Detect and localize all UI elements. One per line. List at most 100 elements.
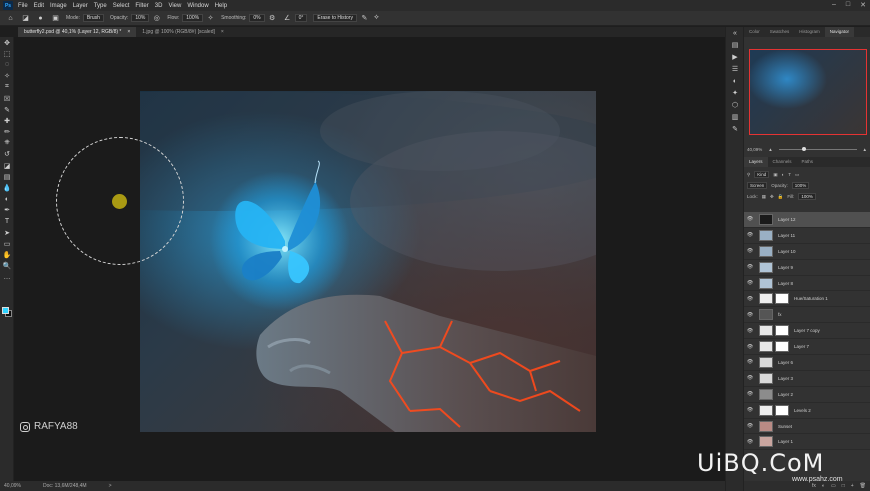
visibility-eye-icon[interactable]: 👁 bbox=[744, 216, 756, 222]
layer-thumbnail[interactable] bbox=[759, 245, 773, 257]
visibility-eye-icon[interactable]: 👁 bbox=[744, 423, 756, 429]
move-tool-icon[interactable]: ✥ bbox=[0, 37, 14, 48]
visibility-eye-icon[interactable]: 👁 bbox=[744, 375, 756, 381]
angle-field[interactable]: 0° bbox=[294, 14, 308, 22]
delete-icon[interactable]: 🗑 bbox=[860, 483, 866, 489]
tab-close-icon[interactable]: × bbox=[221, 27, 224, 37]
layer-name[interactable]: Levels 2 bbox=[794, 408, 811, 413]
rectangle-tool-icon[interactable]: ▭ bbox=[0, 238, 14, 249]
layer-name[interactable]: Layer 3 bbox=[778, 376, 793, 381]
eraser-tool-icon[interactable]: ◪ bbox=[0, 160, 14, 171]
add-style-icon[interactable]: fx bbox=[812, 483, 816, 489]
mode-select[interactable]: Brush bbox=[82, 14, 104, 22]
tab-color[interactable]: Color bbox=[744, 27, 765, 37]
brushes-icon[interactable]: ✎ bbox=[726, 123, 744, 135]
marquee-tool-icon[interactable]: ⬚ bbox=[0, 48, 14, 59]
home-icon[interactable]: ⌂ bbox=[6, 14, 15, 23]
menu-3d[interactable]: 3D bbox=[152, 3, 166, 9]
layer-row[interactable]: 👁 Layer 7 bbox=[744, 339, 870, 356]
history-icon[interactable]: ▤ bbox=[726, 39, 744, 51]
navigator-zoom-value[interactable]: 40,09% bbox=[747, 147, 762, 152]
visibility-eye-icon[interactable]: 👁 bbox=[744, 439, 756, 445]
gradient-tool-icon[interactable]: ▤ bbox=[0, 171, 14, 182]
menu-select[interactable]: Select bbox=[110, 3, 133, 9]
lock-pixels-icon[interactable]: ▦ bbox=[762, 194, 766, 200]
history-brush-tool-icon[interactable]: ↺ bbox=[0, 149, 14, 160]
layer-row[interactable]: 👁 Layer 8 bbox=[744, 276, 870, 292]
3d-icon[interactable]: ⬡ bbox=[726, 99, 744, 111]
spot-heal-tool-icon[interactable]: ✚ bbox=[0, 115, 14, 126]
menu-layer[interactable]: Layer bbox=[70, 3, 91, 9]
opacity-field[interactable]: 10% bbox=[131, 14, 150, 22]
foreground-color-swatch[interactable] bbox=[2, 307, 9, 314]
layer-row[interactable]: 👁 Hue/Saturation 1 bbox=[744, 291, 870, 308]
visibility-eye-icon[interactable]: 👁 bbox=[744, 296, 756, 302]
symmetry-icon[interactable]: ⟡ bbox=[372, 14, 381, 23]
layer-name[interactable]: Layer 6 bbox=[778, 360, 793, 365]
tab-butterfly2[interactable]: butterfly2.psd @ 40,1% (Layer 12, RGB/8)… bbox=[18, 27, 137, 37]
frame-tool-icon[interactable]: ☒ bbox=[0, 93, 14, 104]
visibility-eye-icon[interactable]: 👁 bbox=[744, 359, 756, 365]
pen-tool-icon[interactable]: ✒ bbox=[0, 205, 14, 216]
type-tool-icon[interactable]: T bbox=[0, 216, 14, 227]
visibility-eye-icon[interactable]: 👁 bbox=[744, 391, 756, 397]
layer-name[interactable]: Layer 12 bbox=[778, 217, 796, 222]
menu-view[interactable]: View bbox=[165, 3, 184, 9]
tab-navigator[interactable]: Navigator bbox=[824, 27, 855, 37]
lasso-tool-icon[interactable]: ◌ bbox=[0, 59, 14, 70]
layer-thumbnail[interactable] bbox=[759, 341, 773, 353]
zoom-slider[interactable] bbox=[778, 146, 857, 151]
menu-edit[interactable]: Edit bbox=[31, 3, 47, 9]
visibility-eye-icon[interactable]: 👁 bbox=[744, 328, 756, 334]
layer-name[interactable]: Sunset bbox=[778, 424, 792, 429]
erase-to-history-checkbox[interactable]: Erase to History bbox=[313, 14, 357, 22]
new-layer-icon[interactable]: + bbox=[851, 483, 854, 489]
layer-name[interactable]: Layer 2 bbox=[778, 392, 793, 397]
play-icon[interactable]: ▶ bbox=[726, 51, 744, 63]
canvas-area[interactable] bbox=[14, 37, 725, 481]
menu-filter[interactable]: Filter bbox=[132, 3, 151, 9]
layer-thumbnail[interactable] bbox=[759, 404, 773, 416]
layer-name[interactable]: Layer 10 bbox=[778, 249, 796, 254]
visibility-eye-icon[interactable]: 👁 bbox=[744, 280, 756, 286]
layer-opacity-field[interactable]: 100% bbox=[791, 182, 810, 189]
minimize-button[interactable]: – bbox=[832, 1, 836, 9]
flow-field[interactable]: 100% bbox=[182, 14, 204, 22]
layer-row[interactable]: 👁 Layer 10 bbox=[744, 244, 870, 260]
layer-thumbnail[interactable] bbox=[759, 277, 773, 289]
visibility-eye-icon[interactable]: 👁 bbox=[744, 344, 756, 350]
menu-help[interactable]: Help bbox=[212, 3, 230, 9]
filter-pixel-icon[interactable]: ▣ bbox=[773, 172, 777, 178]
lock-move-icon[interactable]: ✥ bbox=[770, 194, 774, 200]
eraser-tool-icon[interactable]: ◪ bbox=[21, 14, 30, 23]
styles-icon[interactable]: ✦ bbox=[726, 87, 744, 99]
layer-thumbnail[interactable] bbox=[759, 420, 773, 432]
tab-1jpg[interactable]: 1.jpg @ 100% (RGB/8#) [scaled] × bbox=[136, 27, 230, 37]
quick-select-tool-icon[interactable]: ✧ bbox=[0, 71, 14, 82]
blur-tool-icon[interactable]: 💧 bbox=[0, 182, 14, 193]
collapse-arrows-icon[interactable]: « bbox=[726, 27, 744, 39]
layer-mask-thumbnail[interactable] bbox=[775, 341, 789, 353]
brush-tool-icon[interactable]: ✏ bbox=[0, 127, 14, 138]
layer-thumbnail[interactable] bbox=[759, 293, 773, 305]
adjustments-icon[interactable]: ◐ bbox=[726, 75, 744, 87]
kind-filter-select[interactable]: Kind bbox=[754, 171, 770, 178]
layer-name[interactable]: Hue/Saturation 1 bbox=[794, 296, 828, 301]
layer-mask-thumbnail[interactable] bbox=[775, 293, 789, 305]
layer-name[interactable]: Layer 11 bbox=[778, 233, 795, 238]
tab-paths[interactable]: Paths bbox=[797, 157, 819, 167]
layer-name[interactable]: Layer 9 bbox=[778, 265, 793, 270]
fill-field[interactable]: 100% bbox=[798, 193, 816, 200]
layer-row[interactable]: 👁 Layer 9 bbox=[744, 260, 870, 276]
zoom-tool-icon[interactable]: 🔍 bbox=[0, 261, 14, 272]
dodge-tool-icon[interactable]: ◐ bbox=[0, 194, 14, 205]
layer-row[interactable]: 👁 Layer 12 bbox=[744, 212, 870, 228]
tab-close-icon[interactable]: × bbox=[127, 27, 130, 37]
filter-adjust-icon[interactable]: ◐ bbox=[782, 172, 785, 177]
tab-histogram[interactable]: Histogram bbox=[794, 27, 825, 37]
zoom-in-icon[interactable]: ▲ bbox=[863, 147, 867, 152]
airbrush-icon[interactable]: ✧ bbox=[206, 14, 215, 23]
layer-row[interactable]: 👁 Layer 1 bbox=[744, 434, 870, 451]
tab-channels[interactable]: Channels bbox=[768, 157, 797, 167]
layer-thumbnail[interactable] bbox=[759, 261, 773, 273]
